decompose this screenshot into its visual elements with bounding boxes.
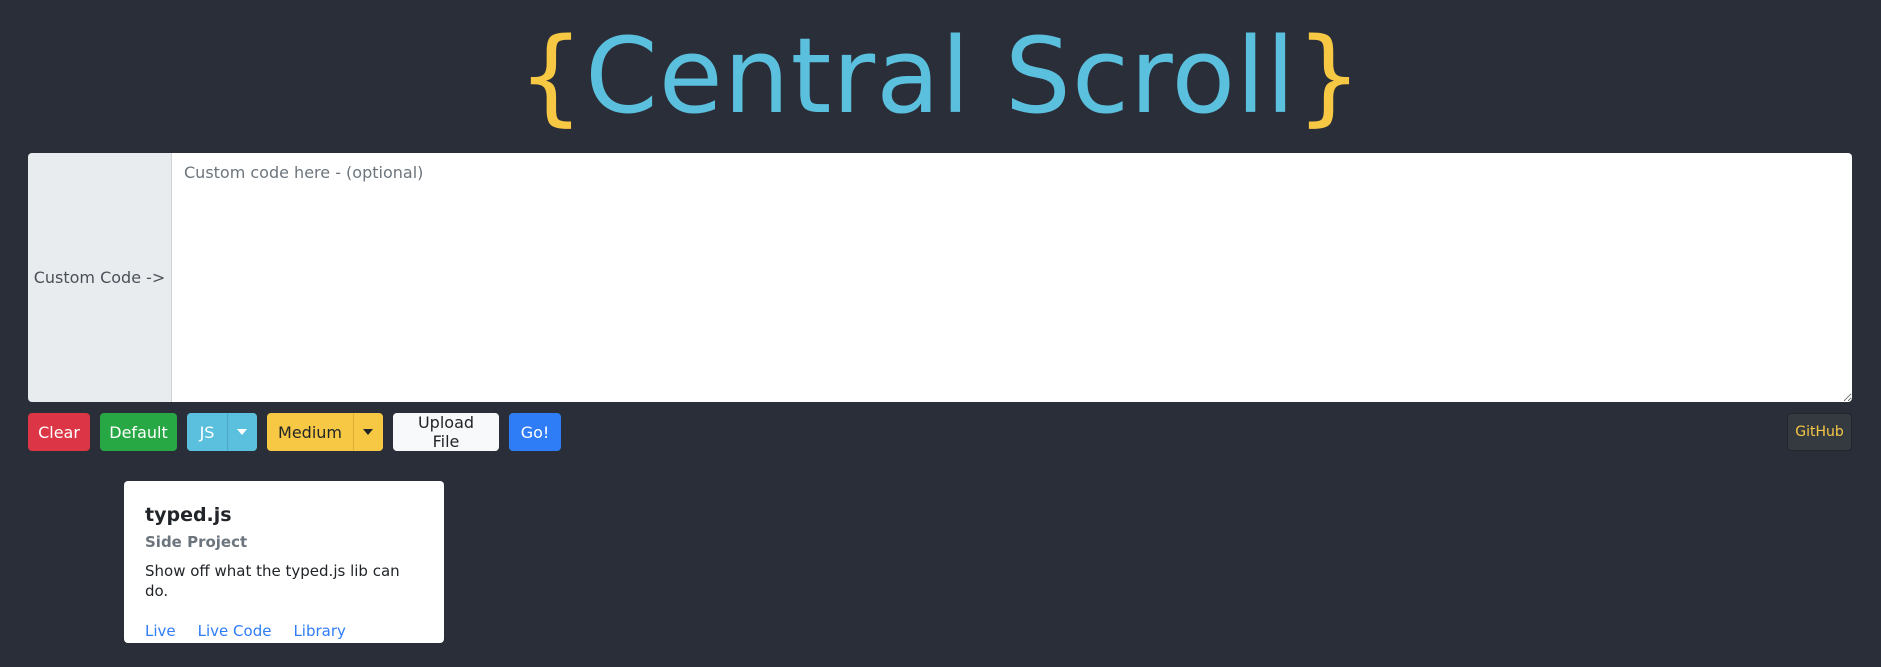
language-button[interactable]: JS [187, 413, 227, 451]
speed-dropdown-toggle[interactable] [353, 413, 383, 451]
title-text: Central Scroll [585, 15, 1296, 137]
caret-down-icon [237, 429, 247, 435]
github-button[interactable]: GitHub [1787, 413, 1852, 451]
toolbar: Clear Default JS Medium Upload File Go! [28, 413, 571, 451]
card-title: typed.js [145, 504, 232, 526]
custom-code-label: Custom Code -> [28, 153, 172, 402]
card-links: Live Live Code Library [145, 621, 423, 641]
language-dropdown-toggle[interactable] [227, 413, 257, 451]
project-card: typed.js Side Project Show off what the … [124, 481, 444, 643]
custom-code-group: Custom Code -> [28, 153, 1852, 402]
card-description: Show off what the typed.js lib can do. [145, 562, 400, 600]
card-link-live[interactable]: Live [145, 621, 176, 641]
page-title: {Central Scroll} [0, 14, 1881, 138]
caret-down-icon [363, 429, 373, 435]
title-brace-open: { [517, 15, 586, 137]
language-split-button: JS [187, 413, 257, 451]
go-button[interactable]: Go! [509, 413, 561, 451]
upload-file-button[interactable]: Upload File [393, 413, 499, 451]
custom-code-textarea[interactable] [172, 153, 1852, 402]
speed-button[interactable]: Medium [267, 413, 353, 451]
card-subtitle: Side Project [145, 533, 248, 551]
speed-split-button: Medium [267, 413, 383, 451]
default-button[interactable]: Default [100, 413, 177, 451]
title-brace-close: } [1295, 15, 1364, 137]
card-link-library[interactable]: Library [293, 621, 345, 641]
card-link-live-code[interactable]: Live Code [198, 621, 272, 641]
clear-button[interactable]: Clear [28, 413, 90, 451]
